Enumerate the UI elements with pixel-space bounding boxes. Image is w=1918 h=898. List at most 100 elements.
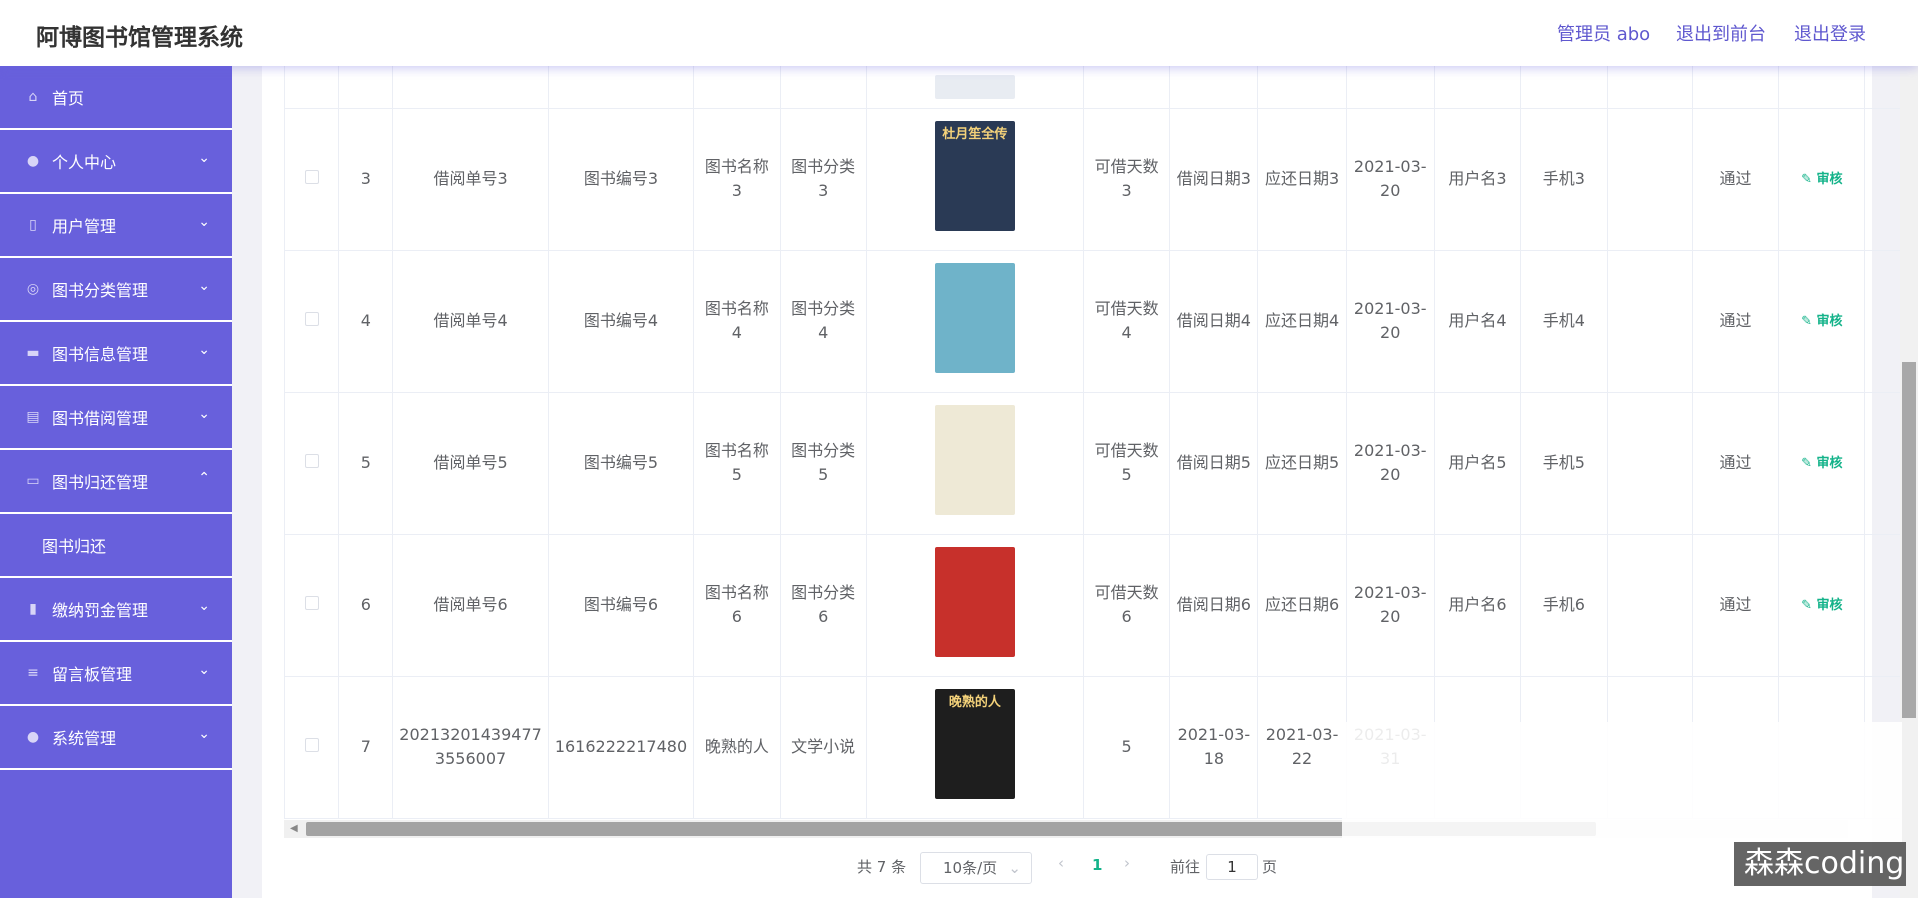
logout-link[interactable]: 退出登录 — [1794, 20, 1866, 46]
sidebar-item-fine[interactable]: ▮ 缴纳罚金管理 ⌄ — [0, 578, 232, 642]
cell-empty — [1607, 534, 1693, 677]
book-cover-image — [934, 546, 1015, 657]
cell-borrow-date: 借阅日期4 — [1169, 250, 1259, 393]
sidebar-item-personal[interactable]: ● 个人中心 ⌄ — [0, 130, 232, 194]
cell-borrow-no: 借阅单号3 — [392, 108, 549, 251]
sidebar-subitem-book-return[interactable]: 图书归还 — [0, 514, 232, 578]
book-cover-image — [934, 262, 1015, 373]
audit-label: 审核 — [1816, 598, 1843, 613]
sidebar-item-message[interactable]: ≡ 留言板管理 ⌄ — [0, 642, 232, 706]
watermark: 森森coding — [1734, 842, 1906, 886]
cell-action: ✎ 审核 — [1778, 534, 1866, 677]
audit-button[interactable]: ✎ 审核 — [1801, 314, 1842, 329]
cell-action: ✎ 审核 — [1778, 108, 1866, 251]
edit-icon: ✎ — [1801, 314, 1817, 329]
cell-action: ✎ 审核 — [1778, 250, 1866, 393]
sidebar-item-category[interactable]: ◎ 图书分类管理 ⌄ — [0, 258, 232, 322]
cell-status: 通过 — [1692, 250, 1780, 393]
prev-page-icon[interactable]: ‹ — [1058, 854, 1064, 872]
next-page-icon[interactable]: › — [1124, 854, 1130, 872]
cell-borrow-no: 20213201439477 3556007 — [392, 676, 549, 819]
sidebar-item-borrow[interactable]: ▤ 图书借阅管理 ⌄ — [0, 386, 232, 450]
page-number-current[interactable]: 1 — [1092, 856, 1102, 874]
cell-book-no: 图书编号4 — [548, 250, 695, 393]
cell-index: 5 — [338, 392, 394, 535]
audit-button[interactable]: ✎ 审核 — [1801, 598, 1842, 613]
cell-status: 通过 — [1692, 534, 1780, 677]
cell-days: 5 — [1083, 676, 1171, 819]
chevron-down-icon: ⌄ — [198, 214, 210, 230]
briefcase-icon: ▬ — [26, 345, 40, 361]
cell-borrow-date: 借阅日期6 — [1169, 534, 1259, 677]
sidebar-item-return[interactable]: ▭ 图书归还管理 ⌃ — [0, 450, 232, 514]
return-table: 3 借阅单号3 图书编号3 图书名称3 图书分类3 杜月笙全传 可借天数3 借阅日期3 应还日期… — [283, 66, 1918, 819]
book-cover-image — [934, 404, 1015, 515]
cell-username: 用户名4 — [1434, 250, 1522, 393]
book-cover-image: 杜月笙全传 — [934, 120, 1015, 231]
audit-label: 审核 — [1816, 314, 1843, 329]
back-to-front-link[interactable]: 退出到前台 — [1676, 20, 1766, 46]
cell-index: 4 — [338, 250, 394, 393]
scroll-left-icon[interactable]: ◀ — [290, 823, 298, 834]
phone-icon: ▯ — [29, 217, 37, 233]
checkbox-cell — [283, 392, 340, 535]
cell-book-no: 1616222217480 — [548, 676, 695, 819]
cell-status: 通过 — [1692, 392, 1780, 535]
cell-cover — [866, 250, 1084, 393]
cell-borrow-date: 借阅日期5 — [1169, 392, 1259, 535]
sidebar-item-system[interactable]: ● 系统管理 ⌄ — [0, 706, 232, 770]
cell-phone: 手机4 — [1520, 250, 1608, 393]
goto-suffix: 页 — [1262, 858, 1278, 876]
row-checkbox[interactable] — [304, 596, 319, 610]
admin-user-link[interactable]: 管理员 abo — [1557, 20, 1650, 46]
cell-username: 用户名5 — [1434, 392, 1522, 535]
cell-borrow-date: 借阅日期3 — [1169, 108, 1259, 251]
chevron-down-icon: ⌄ — [198, 598, 210, 614]
sidebar-item-home[interactable]: ⌂ 首页 — [0, 66, 232, 130]
chevron-down-icon: ⌄ — [1008, 859, 1021, 877]
cell-book-name: 晚熟的人 — [693, 676, 781, 819]
vertical-scrollbar-thumb[interactable] — [1902, 362, 1916, 718]
cell-days: 可借天数6 — [1083, 534, 1171, 677]
cell-due-date: 应还日期3 — [1257, 108, 1347, 251]
cell-return-date: 2021-03-20 — [1346, 534, 1435, 677]
edit-icon: ✎ — [1801, 598, 1817, 613]
chevron-down-icon: ⌄ — [198, 150, 210, 166]
sidebar-item-book-info[interactable]: ▬ 图书信息管理 ⌄ — [0, 322, 232, 386]
audit-button[interactable]: ✎ 审核 — [1801, 456, 1842, 471]
cell-book-no: 图书编号3 — [548, 108, 695, 251]
cell-category: 图书分类4 — [780, 250, 867, 393]
cell-return-date: 2021-03-20 — [1346, 392, 1435, 535]
cell-book-name: 图书名称5 — [693, 392, 781, 535]
row-checkbox[interactable] — [304, 738, 319, 752]
cell-index: 6 — [338, 534, 394, 677]
table-row: 3 借阅单号3 图书编号3 图书名称3 图书分类3 杜月笙全传 可借天数3 借阅日期3 应还日期… — [283, 108, 1918, 251]
cell-book-name: 图书名称3 — [693, 108, 781, 251]
row-checkbox[interactable] — [304, 170, 319, 184]
cell-username: 用户名6 — [1434, 534, 1522, 677]
blurred-overlay — [1342, 722, 1902, 842]
sidebar-item-users[interactable]: ▯ 用户管理 ⌄ — [0, 194, 232, 258]
cell-cover — [866, 392, 1084, 535]
monitor-icon: ▭ — [26, 473, 40, 489]
goto-page-input[interactable]: 1 — [1206, 854, 1258, 880]
cell-days: 可借天数4 — [1083, 250, 1171, 393]
book-cover-title: 杜月笙全传 — [942, 126, 1008, 142]
top-header: 阿博图书馆管理系统 管理员 abo 退出到前台 退出登录 — [0, 0, 1918, 66]
page-size-select[interactable]: 10条/页 ⌄ — [920, 852, 1032, 884]
list-icon: ≡ — [27, 665, 39, 681]
row-checkbox[interactable] — [304, 454, 319, 468]
audit-button[interactable]: ✎ 审核 — [1801, 172, 1842, 187]
book-cover-image: 晚熟的人 — [934, 688, 1015, 799]
cell-cover: 杜月笙全传 — [866, 108, 1084, 251]
row-checkbox[interactable] — [304, 312, 319, 326]
cell-index: 3 — [338, 108, 394, 251]
table-row: 6 借阅单号6 图书编号6 图书名称6 图书分类6 可借天数6 借阅日期6 应还日期6 2021… — [283, 534, 1918, 677]
cell-index: 7 — [338, 676, 394, 819]
cell-username: 用户名3 — [1434, 108, 1522, 251]
cell-return-date: 2021-03-20 — [1346, 250, 1435, 393]
cell-empty — [1607, 250, 1693, 393]
audit-label: 审核 — [1816, 172, 1843, 187]
cell-book-name: 图书名称4 — [693, 250, 781, 393]
book-cover-image — [934, 74, 1015, 99]
